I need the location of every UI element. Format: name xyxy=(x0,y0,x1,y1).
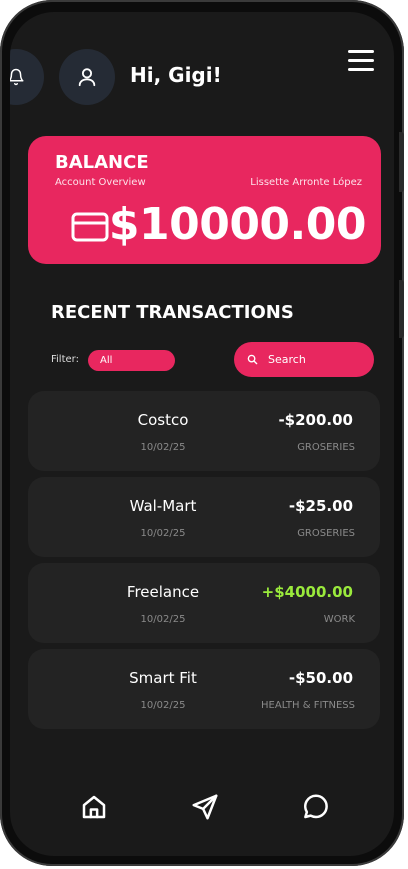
transaction-date: 10/02/25 xyxy=(140,614,186,625)
transaction-amount: -$25.00 xyxy=(288,497,353,515)
side-button-upper xyxy=(399,132,404,192)
balance-amount: $10000.00 xyxy=(108,199,367,250)
notifications-button[interactable] xyxy=(10,49,44,105)
search-icon xyxy=(247,354,258,365)
home-icon xyxy=(82,795,106,819)
nav-chat[interactable] xyxy=(301,792,331,826)
account-owner: Lissette Arronte López xyxy=(250,177,362,188)
bottom-nav xyxy=(10,782,394,832)
section-title: RECENT TRANSACTIONS xyxy=(51,302,294,323)
greeting-text: Hi, Gigi! xyxy=(130,63,222,87)
nav-home[interactable] xyxy=(79,792,109,826)
menu-icon[interactable] xyxy=(348,50,376,72)
transaction-name: Smart Fit xyxy=(129,669,197,687)
transaction-name: Wal-Mart xyxy=(129,497,197,515)
transaction-row[interactable]: Costco 10/02/25 -$200.00 GROSERIES xyxy=(28,391,380,471)
transaction-name: Freelance xyxy=(126,583,200,601)
transaction-category: GROSERIES xyxy=(297,442,355,453)
balance-subtitle: Account Overview xyxy=(55,177,146,188)
transaction-amount: +$4000.00 xyxy=(261,583,353,601)
credit-card-icon xyxy=(71,212,109,242)
transaction-row[interactable]: Smart Fit 10/02/25 -$50.00 HEALTH & FITN… xyxy=(28,649,380,729)
user-icon xyxy=(78,68,96,87)
balance-title: BALANCE xyxy=(55,152,149,173)
transaction-category: HEALTH & FITNESS xyxy=(261,700,355,711)
transaction-amount: -$200.00 xyxy=(278,411,353,429)
transaction-row[interactable]: Freelance 10/02/25 +$4000.00 WORK xyxy=(28,563,380,643)
profile-button[interactable] xyxy=(59,49,115,105)
filter-label: Filter: xyxy=(51,354,79,365)
app-screen: Hi, Gigi! BALANCE Account Overview Lisse… xyxy=(10,12,394,856)
send-icon xyxy=(192,794,218,820)
transaction-category: GROSERIES xyxy=(297,528,355,539)
search-label: Search xyxy=(268,353,306,366)
filter-select[interactable]: All xyxy=(88,350,175,371)
transaction-date: 10/02/25 xyxy=(140,528,186,539)
transaction-date: 10/02/25 xyxy=(140,442,186,453)
phone-frame: Hi, Gigi! BALANCE Account Overview Lisse… xyxy=(0,0,404,866)
nav-send[interactable] xyxy=(190,792,220,826)
bell-icon xyxy=(10,68,24,86)
side-button-lower xyxy=(399,280,404,338)
transaction-category: WORK xyxy=(323,614,355,625)
chat-icon xyxy=(304,794,328,819)
transaction-name: Costco xyxy=(137,411,189,429)
balance-card: BALANCE Account Overview Lissette Arront… xyxy=(28,136,381,264)
transaction-amount: -$50.00 xyxy=(288,669,353,687)
search-button[interactable]: Search xyxy=(234,342,374,377)
transaction-date: 10/02/25 xyxy=(140,700,186,711)
transaction-row[interactable]: Wal-Mart 10/02/25 -$25.00 GROSERIES xyxy=(28,477,380,557)
